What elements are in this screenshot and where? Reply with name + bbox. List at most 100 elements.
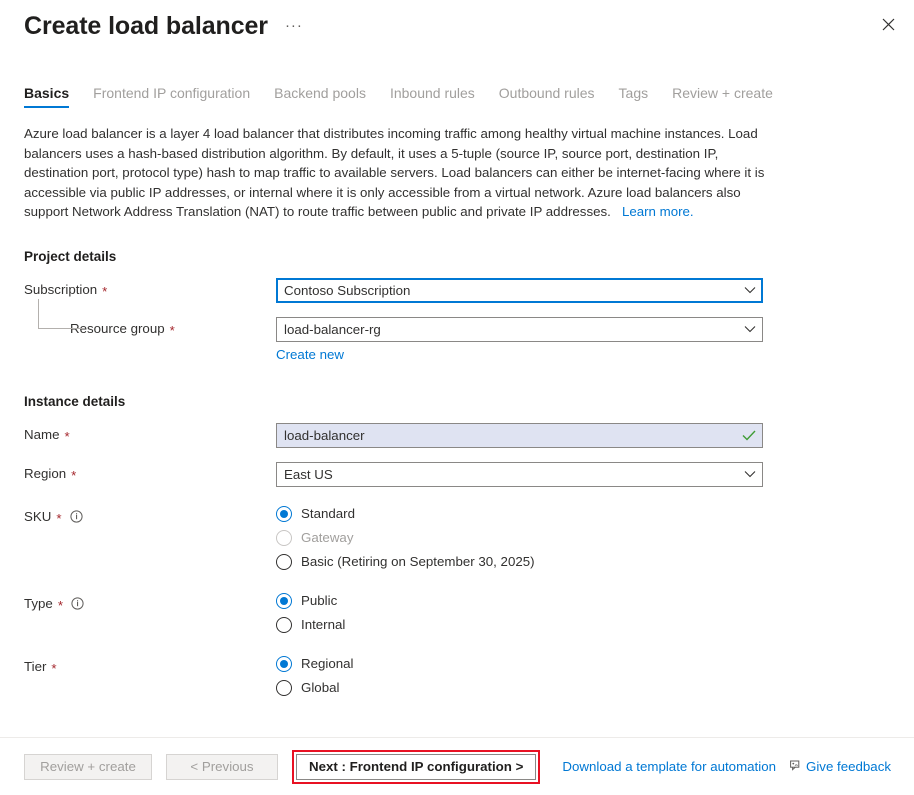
- type-radio-group: Public Internal: [276, 592, 763, 633]
- tab-inbound-rules[interactable]: Inbound rules: [390, 85, 475, 108]
- type-option-public[interactable]: Public: [276, 593, 763, 609]
- footer-action-bar: Review + create < Previous Next : Fronte…: [0, 737, 914, 795]
- sku-option-basic-label: Basic (Retiring on September 30, 2025): [301, 554, 535, 570]
- sku-option-basic[interactable]: Basic (Retiring on September 30, 2025): [276, 554, 763, 570]
- radio-button-icon: [276, 680, 292, 696]
- type-required-asterisk: *: [58, 601, 63, 611]
- region-value: East US: [284, 467, 333, 482]
- sku-row: SKU * Standard Gateway: [24, 505, 890, 570]
- tier-option-regional[interactable]: Regional: [276, 656, 763, 672]
- subscription-label-text: Subscription: [24, 282, 97, 298]
- subscription-value: Contoso Subscription: [284, 283, 410, 298]
- radio-button-icon: [276, 656, 292, 672]
- intro-paragraph: Azure load balancer is a layer 4 load ba…: [24, 124, 766, 222]
- give-feedback-button[interactable]: Give feedback: [790, 759, 891, 774]
- subscription-required-asterisk: *: [102, 287, 107, 297]
- radio-button-icon: [276, 617, 292, 633]
- subscription-label: Subscription *: [24, 278, 276, 298]
- sku-option-standard[interactable]: Standard: [276, 506, 763, 522]
- tier-field: Regional Global: [276, 655, 763, 696]
- resource-group-label-text: Resource group: [70, 321, 165, 337]
- instance-details-heading: Instance details: [24, 394, 890, 409]
- page-title: Create load balancer: [24, 10, 268, 42]
- name-row: Name * load-balancer: [24, 423, 890, 448]
- create-new-resource-group-link[interactable]: Create new: [276, 347, 344, 362]
- tab-bar: Basics Frontend IP configuration Backend…: [0, 78, 914, 108]
- tab-basics[interactable]: Basics: [24, 85, 69, 108]
- type-option-internal-label: Internal: [301, 617, 345, 633]
- radio-button-icon: [276, 593, 292, 609]
- tab-outbound-rules[interactable]: Outbound rules: [499, 85, 595, 108]
- tab-review-create[interactable]: Review + create: [672, 85, 773, 108]
- region-field: East US: [276, 462, 763, 487]
- radio-button-icon: [276, 506, 292, 522]
- name-field: load-balancer: [276, 423, 763, 448]
- type-row: Type * Public Internal: [24, 592, 890, 633]
- review-create-button[interactable]: Review + create: [24, 754, 152, 780]
- name-input[interactable]: load-balancer: [276, 423, 763, 448]
- chevron-down-icon: [744, 325, 756, 333]
- project-details-heading: Project details: [24, 249, 890, 264]
- resource-group-field: load-balancer-rg Create new: [276, 317, 763, 364]
- tab-frontend-ip-configuration[interactable]: Frontend IP configuration: [93, 85, 250, 108]
- tab-backend-pools[interactable]: Backend pools: [274, 85, 366, 108]
- region-dropdown[interactable]: East US: [276, 462, 763, 487]
- sku-option-gateway: Gateway: [276, 530, 763, 546]
- tab-tags[interactable]: Tags: [619, 85, 649, 108]
- learn-more-link[interactable]: Learn more.: [622, 204, 694, 219]
- subscription-row: Subscription * Contoso Subscription: [24, 278, 890, 303]
- radio-button-icon: [276, 530, 292, 546]
- next-button-highlight: Next : Frontend IP configuration >: [292, 750, 540, 784]
- tier-row: Tier * Regional Global: [24, 655, 890, 696]
- info-icon[interactable]: [71, 597, 84, 610]
- sku-required-asterisk: *: [56, 514, 61, 524]
- type-field: Public Internal: [276, 592, 763, 633]
- tier-label: Tier *: [24, 655, 276, 675]
- close-icon[interactable]: [872, 8, 904, 40]
- give-feedback-label: Give feedback: [806, 759, 891, 774]
- resource-group-required-asterisk: *: [170, 326, 175, 336]
- subscription-dropdown[interactable]: Contoso Subscription: [276, 278, 763, 303]
- check-valid-icon: [742, 430, 756, 441]
- region-row: Region * East US: [24, 462, 890, 487]
- sku-field: Standard Gateway Basic (Retiring on Sept…: [276, 505, 763, 570]
- subscription-field: Contoso Subscription: [276, 278, 763, 303]
- feedback-icon: [790, 760, 804, 773]
- region-label: Region *: [24, 462, 276, 482]
- name-label: Name *: [24, 423, 276, 443]
- tier-label-text: Tier: [24, 659, 46, 675]
- sku-option-gateway-label: Gateway: [301, 530, 353, 546]
- name-label-text: Name: [24, 427, 59, 443]
- type-label: Type *: [24, 592, 276, 612]
- more-options-icon[interactable]: ···: [282, 19, 306, 33]
- sku-label: SKU *: [24, 505, 276, 525]
- resource-group-row: Resource group * load-balancer-rg Create…: [24, 317, 890, 364]
- resource-group-label: Resource group *: [24, 317, 276, 337]
- region-label-text: Region: [24, 466, 66, 482]
- radio-button-icon: [276, 554, 292, 570]
- info-icon[interactable]: [70, 510, 83, 523]
- download-template-link[interactable]: Download a template for automation: [562, 759, 776, 774]
- sku-radio-group: Standard Gateway Basic (Retiring on Sept…: [276, 505, 763, 570]
- resource-group-dropdown[interactable]: load-balancer-rg: [276, 317, 763, 342]
- type-option-public-label: Public: [301, 593, 337, 609]
- previous-button[interactable]: < Previous: [166, 754, 278, 780]
- name-required-asterisk: *: [64, 432, 69, 442]
- resource-group-value: load-balancer-rg: [284, 322, 381, 337]
- sku-label-text: SKU: [24, 509, 51, 525]
- tier-option-global-label: Global: [301, 680, 339, 696]
- type-option-internal[interactable]: Internal: [276, 617, 763, 633]
- tier-radio-group: Regional Global: [276, 655, 763, 696]
- tier-option-global[interactable]: Global: [276, 680, 763, 696]
- chevron-down-icon: [744, 286, 756, 294]
- form-content: Azure load balancer is a layer 4 load ba…: [0, 124, 914, 696]
- tier-required-asterisk: *: [51, 664, 56, 674]
- region-required-asterisk: *: [71, 471, 76, 481]
- next-button[interactable]: Next : Frontend IP configuration >: [296, 754, 536, 780]
- blade-header: Create load balancer ···: [0, 0, 914, 54]
- name-value: load-balancer: [284, 428, 365, 443]
- type-label-text: Type: [24, 596, 53, 612]
- sku-option-standard-label: Standard: [301, 506, 355, 522]
- chevron-down-icon: [744, 470, 756, 478]
- tier-option-regional-label: Regional: [301, 656, 354, 672]
